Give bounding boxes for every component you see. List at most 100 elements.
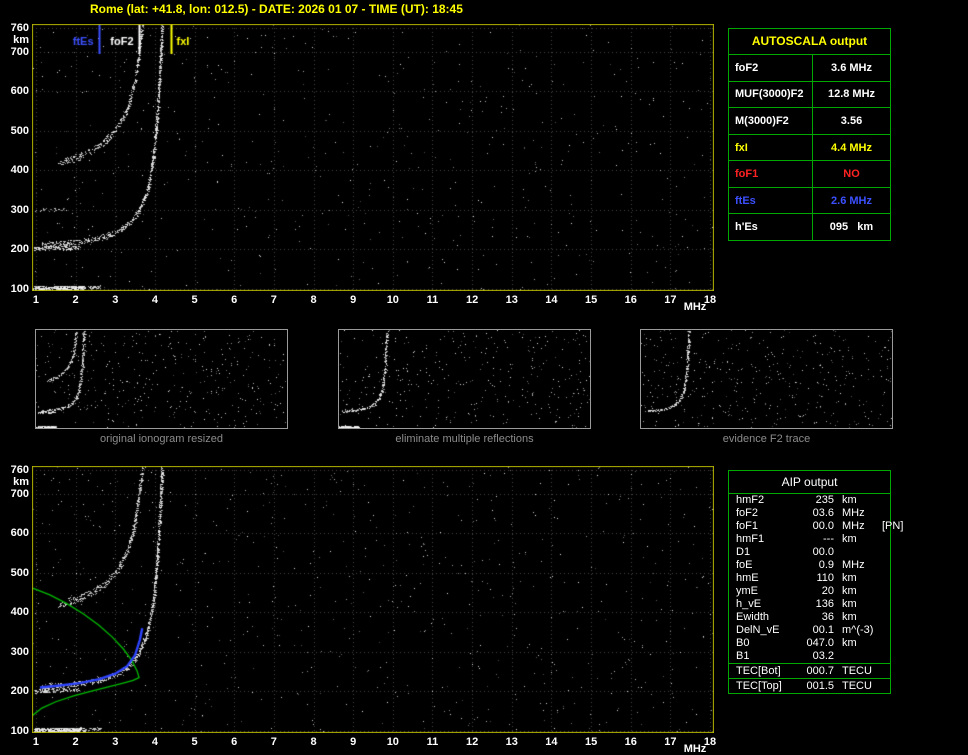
autoscala-row-MUF(3000)F2: MUF(3000)F2 12.8 MHz xyxy=(729,80,890,108)
aip-row-extra xyxy=(882,533,890,546)
x-axis-tick: 4 xyxy=(151,294,158,306)
x-axis-tick: 12 xyxy=(466,736,479,748)
aip-row-unit: MHz xyxy=(842,520,865,532)
x-axis-tick: 8 xyxy=(310,294,317,306)
y-axis-tick: 100 xyxy=(10,283,29,296)
y-axis-tick: 600 xyxy=(10,85,29,98)
autoscala-row-value: 4.4 MHz xyxy=(831,141,872,154)
x-axis-tick: 10 xyxy=(386,736,399,748)
aip-row-lbl: hmE xyxy=(736,572,759,584)
y-axis-tick: 600 xyxy=(10,527,29,540)
aip-row-val: 20 xyxy=(821,585,834,597)
autoscala-row-label: ftEs xyxy=(729,187,813,214)
x-axis-tick: 5 xyxy=(191,736,198,748)
x-axis-tick: 16 xyxy=(624,294,637,306)
aip-row-hmE: hmE 110 km xyxy=(729,572,890,585)
x-axis-tick: 17 xyxy=(664,294,677,306)
aip-row-lbl: B1 xyxy=(736,650,750,662)
y-axis-unit-label: km xyxy=(13,33,29,46)
aip-row-foF2: foF2 03.6 MHz xyxy=(729,507,890,520)
x-axis-unit-label: MHz xyxy=(683,743,707,755)
aip-row-extra xyxy=(882,585,890,598)
aip-row-val: 000.7 xyxy=(806,665,834,677)
aip-row-extra xyxy=(882,611,890,624)
aip-row-extra xyxy=(882,546,890,559)
autoscala-row-value: 095 km xyxy=(829,221,874,234)
y-axis-tick: 200 xyxy=(10,685,29,698)
autoscala-row-foF2: foF2 3.6 MHz xyxy=(729,55,890,81)
autoscala-row-M(3000)F2: M(3000)F2 3.56 xyxy=(729,107,890,134)
aip-row-unit: m^(-3) xyxy=(842,624,874,636)
autoscala-row-label: MUF(3000)F2 xyxy=(729,81,813,108)
aip-row-val: 235 xyxy=(815,494,834,506)
aip-output-rows: hmF2 235 km foF2 03.6 MHz foF1 00.0 MHz [PN] hmF1 -… xyxy=(729,494,903,693)
autoscala-row-label: foF2 xyxy=(729,55,813,81)
aip-row-unit: km xyxy=(842,637,857,649)
aip-row-unit: TECU xyxy=(842,680,872,692)
aip-row-val: 03.6 xyxy=(812,507,834,519)
aip-row-lbl: D1 xyxy=(736,546,751,558)
y-axis-tick: 300 xyxy=(10,645,29,658)
aip-row-unit: TECU xyxy=(842,665,872,677)
aip-row-val: 36 xyxy=(821,611,834,623)
x-axis-tick: 12 xyxy=(466,294,479,306)
aip-row-B0: B0 047.0 km xyxy=(729,637,890,650)
autoscala-output-rows: foF2 3.6 MHz MUF(3000)F2 12.8 MHz M(3000)F2 3… xyxy=(729,55,890,241)
aip-row-val: 047.0 xyxy=(806,637,834,649)
aip-row-DelN_vE: DelN_vE 00.1 m^(-3) xyxy=(729,624,890,637)
aip-row-unit: MHz xyxy=(842,507,865,519)
thumbnail-evidence-f2-trace xyxy=(640,329,893,429)
aip-row-lbl: hmF2 xyxy=(736,494,765,506)
y-axis-tick: 400 xyxy=(10,164,29,177)
autoscala-row-label: M(3000)F2 xyxy=(729,108,813,134)
x-axis-tick: 1 xyxy=(32,294,40,306)
autoscala-row-label: fxI xyxy=(729,134,813,161)
x-axis-tick: 7 xyxy=(270,736,277,748)
thumbnail-original-ionogram xyxy=(35,329,288,429)
aip-row-extra xyxy=(882,507,890,520)
aip-row-ymE: ymE 20 km xyxy=(729,585,890,598)
aip-row-TEC[Top]: TEC[Top] 001.5 TECU xyxy=(729,678,890,693)
autoscala-row-value: 3.6 MHz xyxy=(831,61,872,74)
aip-row-val: 001.5 xyxy=(806,680,834,692)
aip-row-val: 0.9 xyxy=(818,559,834,571)
autoscala-row-value: 12.8 MHz xyxy=(827,88,876,101)
aip-row-lbl: foF2 xyxy=(736,507,759,519)
autoscala-row-foF1: foF1 NO xyxy=(729,160,890,187)
y-axis-tick: 400 xyxy=(10,606,29,619)
x-axis-tick: 2 xyxy=(72,294,79,306)
aip-row-lbl: foF1 xyxy=(736,520,759,532)
aip-row-foE: foE 0.9 MHz xyxy=(729,559,890,572)
x-axis-tick: 8 xyxy=(310,736,317,748)
aip-row-extra xyxy=(882,664,890,678)
aip-row-unit: km xyxy=(842,598,857,610)
aip-row-lbl: TEC[Bot] xyxy=(736,665,781,677)
x-axis-tick: 2 xyxy=(72,736,79,748)
aip-output-table: AIP output hmF2 235 km foF2 03.6 MHz foF1 00.0 M… xyxy=(728,470,903,694)
aip-row-lbl: TEC[Top] xyxy=(736,680,782,692)
x-axis-tick: 13 xyxy=(505,736,518,748)
station-date-time-header: Rome (lat: +41.8, lon: 012.5) - DATE: 20… xyxy=(90,2,463,16)
autoscala-output-table: AUTOSCALA output foF2 3.6 MHz MUF(3000)F2 1… xyxy=(728,28,891,241)
autoscala-row-fxI: fxI 4.4 MHz xyxy=(729,133,890,161)
aip-row-hmF2: hmF2 235 km xyxy=(729,494,890,507)
autoscala-row-value: 3.56 xyxy=(840,114,863,127)
aip-row-val: 00.0 xyxy=(812,520,834,532)
x-axis-tick: 15 xyxy=(584,294,598,306)
x-axis-tick: 14 xyxy=(545,294,558,306)
x-axis-tick: 4 xyxy=(151,736,158,748)
aip-row-extra xyxy=(882,624,890,637)
aip-row-lbl: foE xyxy=(736,559,753,571)
aip-row-extra: [PN] xyxy=(882,520,904,532)
aip-row-unit xyxy=(834,546,882,559)
x-axis-tick: 5 xyxy=(191,294,198,306)
x-axis-tick: 15 xyxy=(584,736,598,748)
x-axis-tick: 9 xyxy=(350,736,357,748)
x-axis-tick: 6 xyxy=(231,736,238,748)
autoscala-row-label: foF1 xyxy=(729,161,813,187)
aip-row-Ewidth: Ewidth 36 km xyxy=(729,611,890,624)
aip-row-val: 00.0 xyxy=(812,546,834,558)
aip-row-B1: B1 03.2 xyxy=(729,650,890,663)
x-axis-tick: 6 xyxy=(231,294,238,306)
x-axis-tick: 16 xyxy=(624,736,637,748)
